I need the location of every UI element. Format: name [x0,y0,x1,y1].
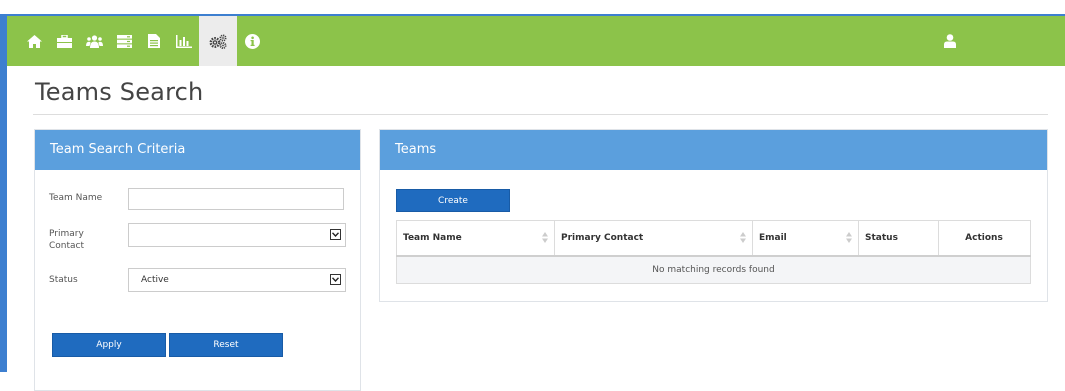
nav-document[interactable] [139,16,169,66]
teams-heading: Teams [380,130,1047,170]
bar-chart-icon [176,34,192,48]
users-icon [85,34,103,48]
primary-contact-label: Primary Contact [49,229,85,251]
status-select[interactable]: Active [128,268,346,292]
nav-info[interactable] [237,16,267,66]
page-title: Teams Search [35,78,204,106]
server-icon [116,34,132,48]
top-navbar [7,16,1065,66]
sort-icon [740,232,746,243]
team-name-row: Team Name [49,192,129,204]
briefcase-icon [56,34,72,48]
teams-table: Team Name Primary Contact Email Status A… [396,220,1031,284]
home-icon [26,34,42,48]
column-header-email[interactable]: Email [752,220,859,257]
sort-icon [542,232,548,243]
chevron-down-icon [330,229,341,240]
team-name-input[interactable] [128,188,344,210]
status-value: Active [141,275,169,285]
status-row: Status [49,274,129,286]
gears-icon [209,34,227,49]
status-label: Status [49,275,78,285]
nav-server[interactable] [109,16,139,66]
info-icon [244,33,260,49]
apply-button[interactable]: Apply [52,333,166,357]
title-divider [33,114,1048,115]
nav-user-account[interactable] [935,16,965,66]
nav-reports[interactable] [169,16,199,66]
column-header-primary-contact[interactable]: Primary Contact [554,220,753,257]
reset-button[interactable]: Reset [169,333,283,357]
create-button[interactable]: Create [396,189,510,212]
team-name-label: Team Name [49,193,103,203]
primary-contact-select[interactable] [128,223,346,247]
left-edge-bar [0,14,7,372]
table-row: No matching records found [396,255,1031,284]
window-top-margin [0,0,1065,14]
sort-icon [846,232,852,243]
primary-contact-row: Primary Contact [49,228,109,252]
search-criteria-panel: Team Search Criteria Team Name Primary C… [34,129,361,391]
column-header-status: Status [858,220,939,257]
teams-panel: Teams Create Team Name Primary Contact E… [379,129,1048,302]
user-icon [944,34,956,48]
nav-users[interactable] [79,16,109,66]
document-icon [148,34,160,48]
search-criteria-heading: Team Search Criteria [35,130,360,170]
column-header-actions: Actions [938,220,1031,257]
nav-briefcase[interactable] [49,16,79,66]
nav-settings[interactable] [199,16,237,66]
empty-table-message: No matching records found [396,255,1031,284]
column-header-team-name[interactable]: Team Name [396,220,555,257]
chevron-down-icon [330,274,341,285]
table-header-row: Team Name Primary Contact Email Status A… [396,220,1031,257]
nav-home[interactable] [19,16,49,66]
